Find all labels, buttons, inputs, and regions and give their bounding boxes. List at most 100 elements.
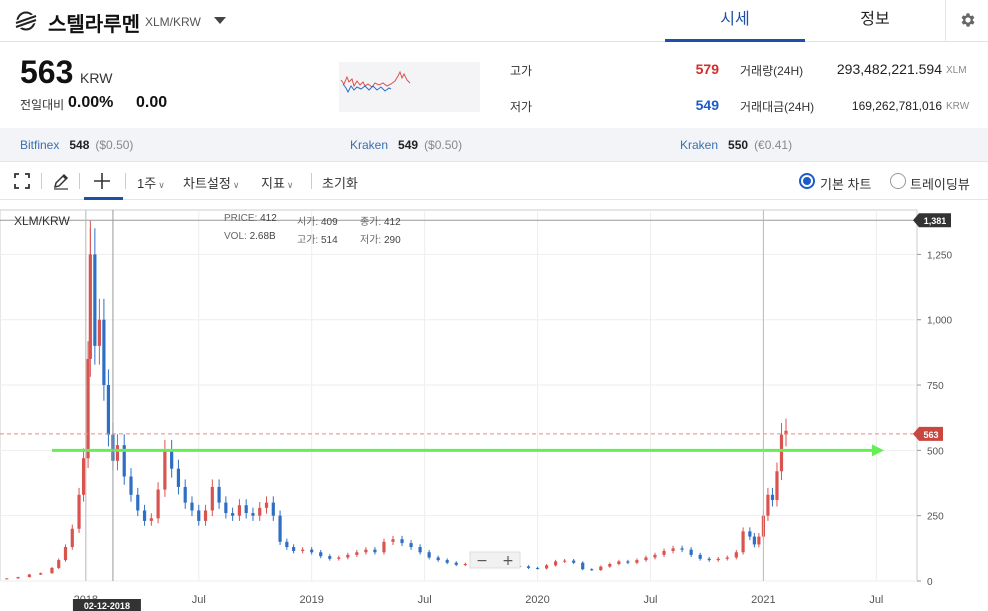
exchange-item[interactable]: Bitfinex 548 ($0.50)	[20, 138, 133, 152]
chart-settings-label: 차트설정	[183, 176, 231, 191]
candle-body	[373, 549, 377, 553]
chart-settings-dropdown[interactable]: 차트설정 ∨	[183, 173, 239, 192]
candle-body	[770, 494, 775, 501]
exchange-name: Bitfinex	[20, 138, 60, 152]
crosshair-icon[interactable]	[93, 172, 111, 190]
exchange-item[interactable]: Kraken 550 (€0.41)	[680, 138, 792, 152]
toolbar-divider	[79, 173, 80, 189]
tradingview-label[interactable]: 트레이딩뷰	[910, 174, 970, 193]
x-tick-label: Jul	[643, 594, 657, 606]
candle-body	[258, 507, 262, 516]
candle-body	[757, 536, 761, 545]
candle-body	[176, 468, 181, 487]
max-price-label: 1,381	[924, 216, 947, 226]
candle-body	[224, 502, 228, 514]
exchange-diff: (€0.41)	[754, 138, 793, 152]
chart-pair-label: XLM/KRW	[14, 214, 70, 228]
price-chart-svg[interactable]: 02505007501,0001,250g2018Jul2019Jul2020J…	[0, 200, 988, 611]
candle-body	[50, 567, 54, 574]
basic-chart-label[interactable]: 기본 차트	[820, 174, 871, 193]
candle-body	[163, 450, 167, 490]
zoom-in-icon[interactable]: +	[502, 553, 514, 569]
indicators-dropdown[interactable]: 지표 ∨	[261, 173, 294, 192]
coin-dropdown-caret-icon[interactable]	[214, 17, 226, 24]
toolbar-divider	[311, 173, 312, 189]
period-dropdown[interactable]: 1주 ∨	[137, 173, 165, 192]
x-tick-label: 2019	[299, 594, 323, 606]
current-price-label: 563	[923, 430, 938, 440]
current-price: 563	[20, 54, 74, 90]
candle-body	[554, 561, 558, 566]
x-tick-label: 2020	[525, 594, 549, 606]
x-tick-label: 2021	[751, 594, 775, 606]
candle-body	[752, 536, 756, 545]
candle-body	[653, 554, 657, 558]
fullscreen-icon[interactable]	[13, 172, 31, 190]
candle-body	[626, 561, 630, 563]
tab-info[interactable]: 정보	[805, 0, 945, 42]
sparkline-chart	[339, 62, 480, 112]
candle-body	[210, 486, 214, 511]
exchange-prices-bar: Bitfinex 548 ($0.50) Kraken 549 ($0.50) Krak…	[0, 128, 988, 162]
x-tick-label: Jul	[869, 594, 883, 606]
ohlc-low-label: 저가:	[360, 235, 382, 246]
candle-body	[102, 319, 106, 386]
candle-body	[183, 486, 187, 503]
ohlc-vol: 2.68B	[249, 231, 276, 242]
candle-body	[644, 557, 648, 561]
header: 스텔라루멘 XLM/KRW 시세 정보	[0, 0, 988, 42]
sparkline-up-line	[340, 70, 411, 88]
exchange-item[interactable]: Kraken 549 ($0.50)	[350, 138, 462, 152]
candle-body	[328, 556, 332, 559]
tradingview-radio[interactable]	[890, 173, 906, 189]
candle-body	[217, 486, 221, 503]
basic-chart-radio[interactable]	[799, 173, 815, 189]
ohlc-close-label: 종가:	[360, 217, 382, 228]
y-tick-label: 250	[927, 512, 944, 523]
candle-body	[526, 566, 531, 568]
candle-body	[427, 552, 431, 558]
candle-body	[734, 552, 738, 558]
candle-body	[170, 450, 174, 469]
candle-body	[436, 557, 440, 561]
candle-body	[231, 513, 235, 516]
candle-body	[581, 562, 585, 570]
candle-body	[635, 560, 639, 563]
coin-name[interactable]: 스텔라루멘	[48, 8, 140, 37]
candle-body	[689, 549, 693, 555]
candle-body	[16, 577, 20, 579]
candle-body	[741, 531, 745, 553]
candle-body	[264, 502, 269, 508]
candle-body	[572, 560, 576, 563]
high-label: 고가	[510, 64, 533, 78]
y-tick-label: 1,000	[927, 316, 952, 327]
candle-body	[725, 557, 729, 559]
stellar-logo-icon	[15, 11, 37, 31]
zoom-out-icon[interactable]: −	[476, 553, 488, 569]
ohlc-high-label: 고가:	[297, 235, 319, 246]
candle-body	[748, 531, 752, 537]
change-percent: 0.00%	[68, 94, 114, 111]
pencil-icon[interactable]	[52, 172, 70, 190]
chart-toolbar: 1주 ∨ 차트설정 ∨ 지표 ∨ 초기화 기본 차트 트레이딩뷰	[0, 162, 988, 200]
gear-icon	[961, 13, 975, 27]
coin-pair[interactable]: XLM/KRW	[145, 15, 201, 29]
candle-body	[70, 528, 74, 548]
candle-body	[775, 471, 779, 501]
price-summary: 563 KRW 전일대비 0.00% 0.00 고가 579 저가 549 거래…	[0, 42, 988, 128]
y-tick-label: 1,250	[927, 250, 952, 261]
candle-body	[39, 573, 43, 575]
settings-button[interactable]	[945, 0, 988, 42]
price-chart[interactable]: 02505007501,0001,250g2018Jul2019Jul2020J…	[0, 200, 988, 611]
period-label: 1주	[137, 176, 157, 191]
candle-body	[445, 560, 449, 563]
candle-body	[310, 549, 314, 553]
ohlc-low-value: 290	[383, 235, 401, 246]
ohlc-high: 고가: 514	[297, 231, 338, 246]
reset-button[interactable]: 초기화	[322, 173, 358, 192]
candle-body	[292, 547, 296, 551]
ohlc-close: 종가: 412	[360, 213, 401, 228]
candle-body	[136, 494, 140, 511]
tab-price[interactable]: 시세	[665, 0, 805, 42]
candle-body	[355, 552, 359, 555]
